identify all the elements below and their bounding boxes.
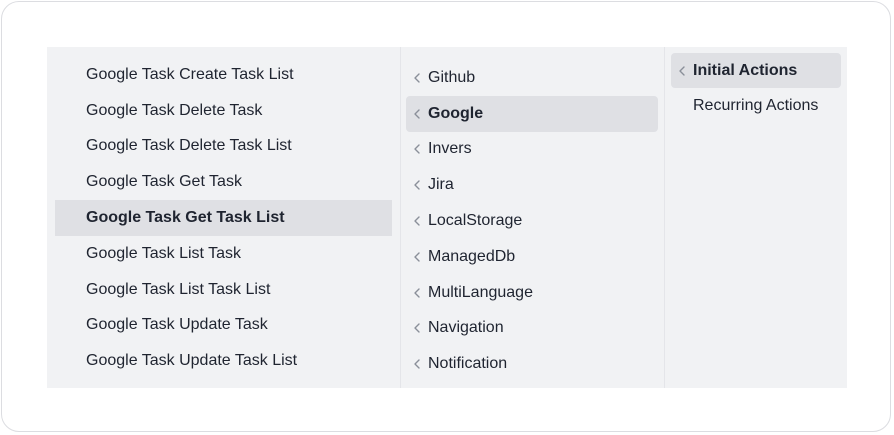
menu-item-google[interactable]: Google bbox=[406, 95, 658, 132]
chevron-left-icon bbox=[412, 180, 422, 190]
menu-item-recurring-actions[interactable]: Recurring Actions bbox=[671, 88, 841, 123]
menu-item-jira[interactable]: Jira bbox=[406, 167, 658, 203]
chevron-left-icon bbox=[412, 359, 422, 369]
chevron-left-icon bbox=[412, 73, 422, 83]
chevron-left-icon bbox=[412, 216, 422, 226]
chevron-left-icon bbox=[412, 144, 422, 155]
menu-item-label: ManagedDb bbox=[428, 247, 516, 265]
menu-item-label: Google Task Delete Task List bbox=[86, 137, 292, 155]
menu-item-github[interactable]: Github bbox=[406, 60, 658, 96]
menu-item-create-task-list[interactable]: Google Task Create Task List bbox=[55, 57, 392, 93]
menu-item-label: Initial Actions bbox=[693, 61, 798, 79]
menu-item-label: Notification bbox=[428, 355, 508, 373]
menu-item-label: MultiLanguage bbox=[428, 283, 533, 301]
menu-item-update-task-list[interactable]: Google Task Update Task List bbox=[55, 343, 392, 379]
menu-item-initial-actions[interactable]: Initial Actions bbox=[671, 53, 841, 88]
menu-item-update-task[interactable]: Google Task Update Task bbox=[55, 308, 392, 344]
menu-item-delete-task-list[interactable]: Google Task Delete Task List bbox=[55, 129, 392, 165]
menu-item-label: Invers bbox=[428, 140, 472, 158]
chevron-left-icon bbox=[412, 108, 422, 119]
menu-item-list-task[interactable]: Google Task List Task bbox=[55, 236, 392, 272]
menu-item-invers[interactable]: Invers bbox=[406, 132, 658, 168]
menu-item-label: Google Task Get Task List bbox=[86, 209, 285, 227]
menu-item-label: Google bbox=[428, 104, 484, 122]
menu-item-label: Google Task List Task bbox=[86, 244, 242, 262]
menu-item-label: Google Task Get Task bbox=[86, 173, 242, 191]
providers-column: Github Google Invers Jira LocalStorage M… bbox=[400, 47, 665, 388]
menu-item-navigation[interactable]: Navigation bbox=[406, 311, 658, 347]
chevron-left-icon bbox=[412, 323, 422, 334]
menu-item-label: Navigation bbox=[428, 319, 504, 337]
chevron-left-icon bbox=[677, 65, 687, 76]
menu-item-notification[interactable]: Notification bbox=[406, 346, 658, 382]
menu-item-manageddb[interactable]: ManagedDb bbox=[406, 239, 658, 275]
menu-item-delete-task[interactable]: Google Task Delete Task bbox=[55, 93, 392, 129]
menu-item-label: Google Task Delete Task bbox=[86, 101, 263, 119]
actions-column: Google Task Create Task List Google Task… bbox=[47, 47, 400, 388]
menu-item-multilanguage[interactable]: MultiLanguage bbox=[406, 275, 658, 311]
menu-item-label: Jira bbox=[428, 176, 454, 194]
chevron-left-icon bbox=[412, 252, 422, 262]
menu-item-get-task-list[interactable]: Google Task Get Task List bbox=[55, 200, 392, 236]
menu-item-localstorage[interactable]: LocalStorage bbox=[406, 203, 658, 239]
menu-item-label: LocalStorage bbox=[428, 212, 523, 230]
menu-item-label: Google Task Update Task bbox=[86, 316, 268, 334]
menu-item-label: Google Task Update Task List bbox=[86, 352, 298, 370]
menu-item-get-task[interactable]: Google Task Get Task bbox=[55, 164, 392, 200]
cascading-menu: Google Task Create Task List Google Task… bbox=[47, 47, 847, 388]
menu-item-label: Google Task Create Task List bbox=[86, 65, 294, 83]
menu-item-label: Google Task List Task List bbox=[86, 280, 271, 298]
menu-item-label: Github bbox=[428, 68, 476, 86]
chevron-left-icon bbox=[412, 287, 422, 298]
menu-item-list-task-list[interactable]: Google Task List Task List bbox=[55, 272, 392, 308]
categories-column: Initial Actions Recurring Actions bbox=[665, 47, 847, 388]
menu-item-label: Recurring Actions bbox=[693, 96, 819, 114]
